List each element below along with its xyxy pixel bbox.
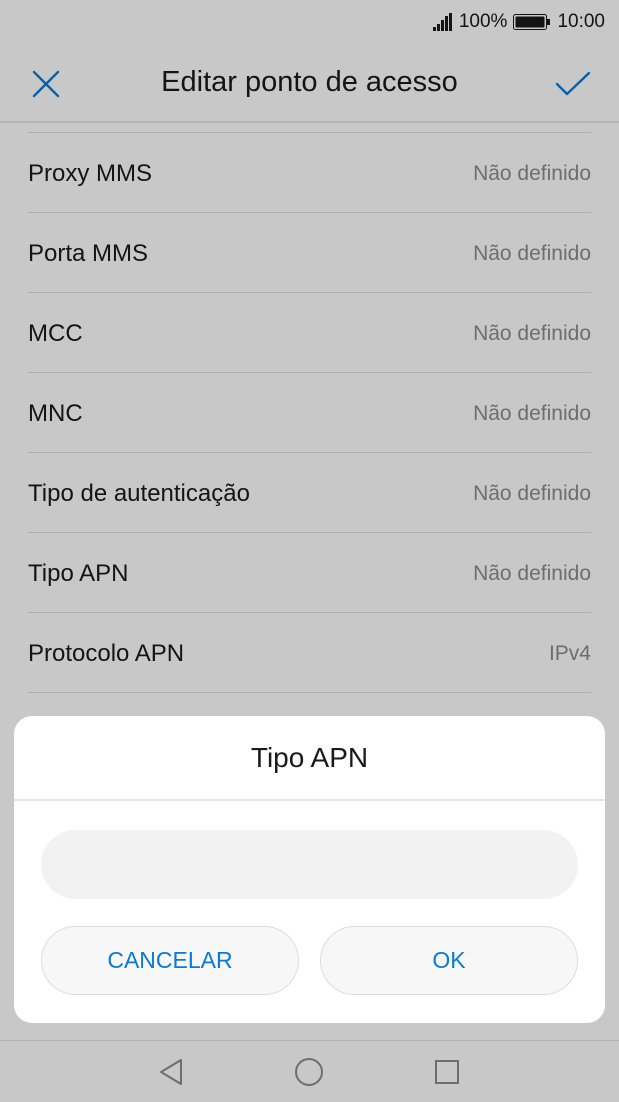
apn-type-input[interactable] — [41, 830, 578, 899]
apn-type-dialog: Tipo APN CANCELAR OK — [14, 716, 605, 1023]
cancel-button[interactable]: CANCELAR — [41, 926, 299, 995]
dialog-title: Tipo APN — [250, 742, 369, 773]
apn-edit-screen: 100% 10:00 Editar ponto de acesso Proxy … — [0, 0, 619, 1102]
ok-button[interactable]: OK — [320, 926, 578, 995]
dialog-divider — [14, 799, 605, 801]
